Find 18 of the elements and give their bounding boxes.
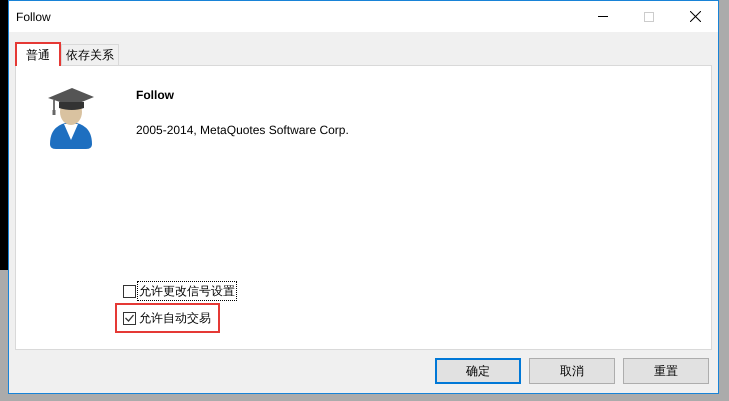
checkbox[interactable] bbox=[123, 284, 136, 298]
copyright-text: 2005-2014, MetaQuotes Software Corp. bbox=[136, 122, 349, 139]
checkbox-option[interactable]: 允许更改信号设置 bbox=[121, 282, 238, 300]
dialog-button[interactable]: 确定 bbox=[435, 358, 521, 384]
option-label: 允许更改信号设置 bbox=[138, 282, 236, 300]
dialog-button[interactable]: 重置 bbox=[623, 358, 709, 384]
minimize-icon bbox=[598, 16, 608, 17]
maximize-icon bbox=[644, 12, 654, 22]
check-icon bbox=[125, 314, 134, 322]
checkbox[interactable] bbox=[123, 312, 136, 324]
close-icon bbox=[690, 11, 700, 22]
window-title: Follow bbox=[16, 8, 51, 26]
dialog-button[interactable]: 取消 bbox=[529, 358, 615, 384]
tab[interactable]: 普通 bbox=[15, 42, 61, 66]
tab[interactable]: 依存关系 bbox=[61, 44, 119, 65]
option-label: 允许自动交易 bbox=[138, 310, 212, 327]
program-name: Follow bbox=[136, 87, 175, 104]
checkbox-option[interactable]: 允许自动交易 bbox=[121, 309, 214, 327]
